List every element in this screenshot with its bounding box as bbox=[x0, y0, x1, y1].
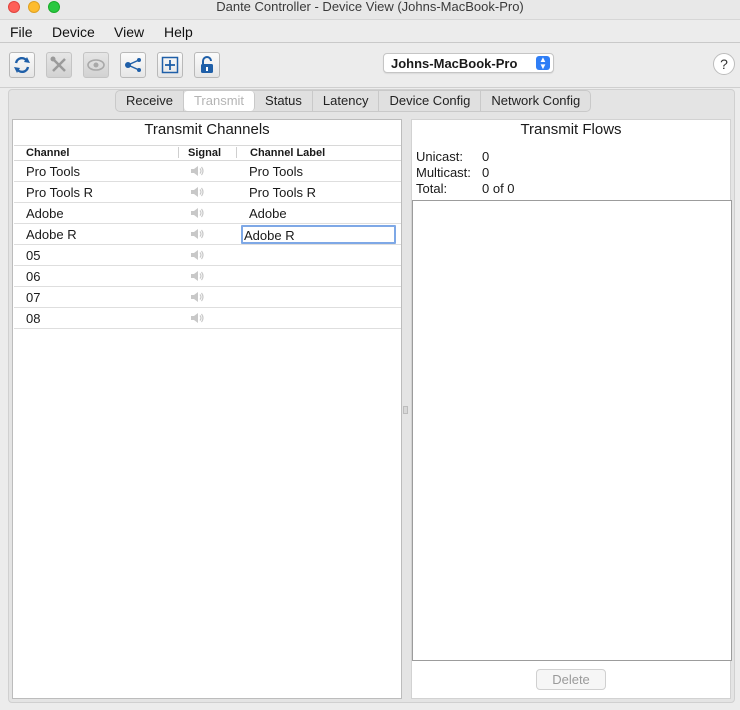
transmit-flows-title: Transmit Flows bbox=[520, 121, 622, 138]
tab-transmit[interactable]: Transmit bbox=[183, 91, 256, 111]
speaker-icon bbox=[191, 313, 204, 323]
channel-label-editor-text[interactable]: Adobe R bbox=[244, 228, 295, 243]
speaker-icon bbox=[191, 166, 204, 176]
identify-button[interactable] bbox=[83, 52, 109, 78]
refresh-button[interactable] bbox=[9, 52, 35, 78]
multicast-value: 0 bbox=[482, 165, 490, 180]
menu-file[interactable]: File bbox=[10, 23, 33, 41]
table-row[interactable]: Pro Tools R Pro Tools R bbox=[14, 182, 401, 203]
menu-device[interactable]: Device bbox=[52, 23, 95, 41]
column-header-channel[interactable]: Channel bbox=[26, 147, 69, 160]
menu-help[interactable]: Help bbox=[164, 23, 193, 41]
delete-button[interactable]: Delete bbox=[536, 669, 606, 690]
channel-name: 06 bbox=[26, 269, 41, 284]
lock-button[interactable] bbox=[194, 52, 220, 78]
network-icon bbox=[125, 58, 141, 72]
column-header-signal[interactable]: Signal bbox=[188, 147, 221, 160]
channel-name: 08 bbox=[26, 311, 41, 326]
panel-splitter-handle[interactable] bbox=[403, 406, 408, 414]
eye-icon bbox=[87, 59, 105, 71]
channel-name: Pro Tools R bbox=[26, 185, 93, 200]
speaker-icon bbox=[191, 250, 204, 260]
speaker-icon bbox=[191, 292, 204, 302]
device-tools-button[interactable] bbox=[46, 52, 72, 78]
column-divider[interactable] bbox=[178, 147, 179, 158]
title-bar: Dante Controller - Device View (Johns-Ma… bbox=[0, 0, 740, 20]
speaker-icon bbox=[191, 208, 204, 218]
speaker-icon bbox=[191, 229, 204, 239]
tab-bar: Receive Transmit Status Latency Device C… bbox=[115, 90, 592, 112]
tab-network-config[interactable]: Network Config bbox=[481, 91, 590, 111]
table-row[interactable]: 06 bbox=[14, 266, 401, 287]
transmit-flows-panel: Transmit Flows Unicast: 0 Multicast: 0 T… bbox=[411, 119, 732, 699]
tab-latency[interactable]: Latency bbox=[313, 91, 380, 111]
table-header: Channel Signal Channel Label bbox=[14, 145, 401, 161]
speaker-icon bbox=[191, 187, 204, 197]
refresh-icon bbox=[14, 56, 30, 74]
channel-name: 05 bbox=[26, 248, 41, 263]
channel-label[interactable]: Adobe bbox=[249, 206, 287, 221]
total-value: 0 of 0 bbox=[482, 181, 515, 196]
help-button[interactable]: ? bbox=[713, 53, 735, 75]
chevron-updown-icon: ▲ ▼ bbox=[536, 56, 550, 71]
channel-label[interactable]: Pro Tools bbox=[249, 164, 303, 179]
menu-bar: File Device View Help bbox=[0, 21, 740, 43]
network-button[interactable] bbox=[120, 52, 146, 78]
unicast-value: 0 bbox=[482, 149, 490, 164]
device-select[interactable]: Johns-MacBook-Pro ▲ ▼ bbox=[383, 53, 554, 73]
transmit-channels-table: Channel Signal Channel Label Pro Tools P… bbox=[14, 145, 401, 329]
channel-label-editor[interactable]: Adobe R bbox=[241, 225, 396, 244]
table-row[interactable]: Adobe R Adobe R bbox=[14, 224, 401, 245]
table-row[interactable]: 05 bbox=[14, 245, 401, 266]
lock-icon bbox=[201, 56, 213, 73]
unicast-label: Unicast: bbox=[416, 149, 463, 164]
speaker-icon bbox=[191, 271, 204, 281]
multicast-label: Multicast: bbox=[416, 165, 471, 180]
column-header-channel-label[interactable]: Channel Label bbox=[250, 147, 325, 160]
table-row[interactable]: 08 bbox=[14, 308, 401, 329]
total-label: Total: bbox=[416, 181, 448, 196]
tools-icon bbox=[50, 56, 66, 72]
menu-view[interactable]: View bbox=[114, 23, 144, 41]
transmit-channels-panel: Transmit Channels Channel Signal Channel… bbox=[12, 119, 402, 699]
toolbar bbox=[0, 44, 740, 88]
plus-icon bbox=[161, 56, 179, 74]
table-row[interactable]: Pro Tools Pro Tools bbox=[14, 161, 401, 182]
add-button[interactable] bbox=[157, 52, 183, 78]
tab-status[interactable]: Status bbox=[255, 91, 313, 111]
column-divider[interactable] bbox=[236, 147, 237, 158]
channel-name: 07 bbox=[26, 290, 41, 305]
flows-list[interactable] bbox=[412, 200, 732, 661]
window-title: Dante Controller - Device View (Johns-Ma… bbox=[216, 0, 524, 14]
channel-name: Pro Tools bbox=[26, 164, 80, 179]
transmit-channels-title: Transmit Channels bbox=[144, 121, 270, 138]
channel-name: Adobe bbox=[26, 206, 64, 221]
tab-receive[interactable]: Receive bbox=[116, 91, 184, 111]
channel-name: Adobe R bbox=[26, 227, 77, 242]
table-row[interactable]: 07 bbox=[14, 287, 401, 308]
tab-device-config[interactable]: Device Config bbox=[379, 91, 482, 111]
channel-label[interactable]: Pro Tools R bbox=[249, 185, 316, 200]
table-row[interactable]: Adobe Adobe bbox=[14, 203, 401, 224]
device-select-value: Johns-MacBook-Pro bbox=[391, 56, 518, 71]
